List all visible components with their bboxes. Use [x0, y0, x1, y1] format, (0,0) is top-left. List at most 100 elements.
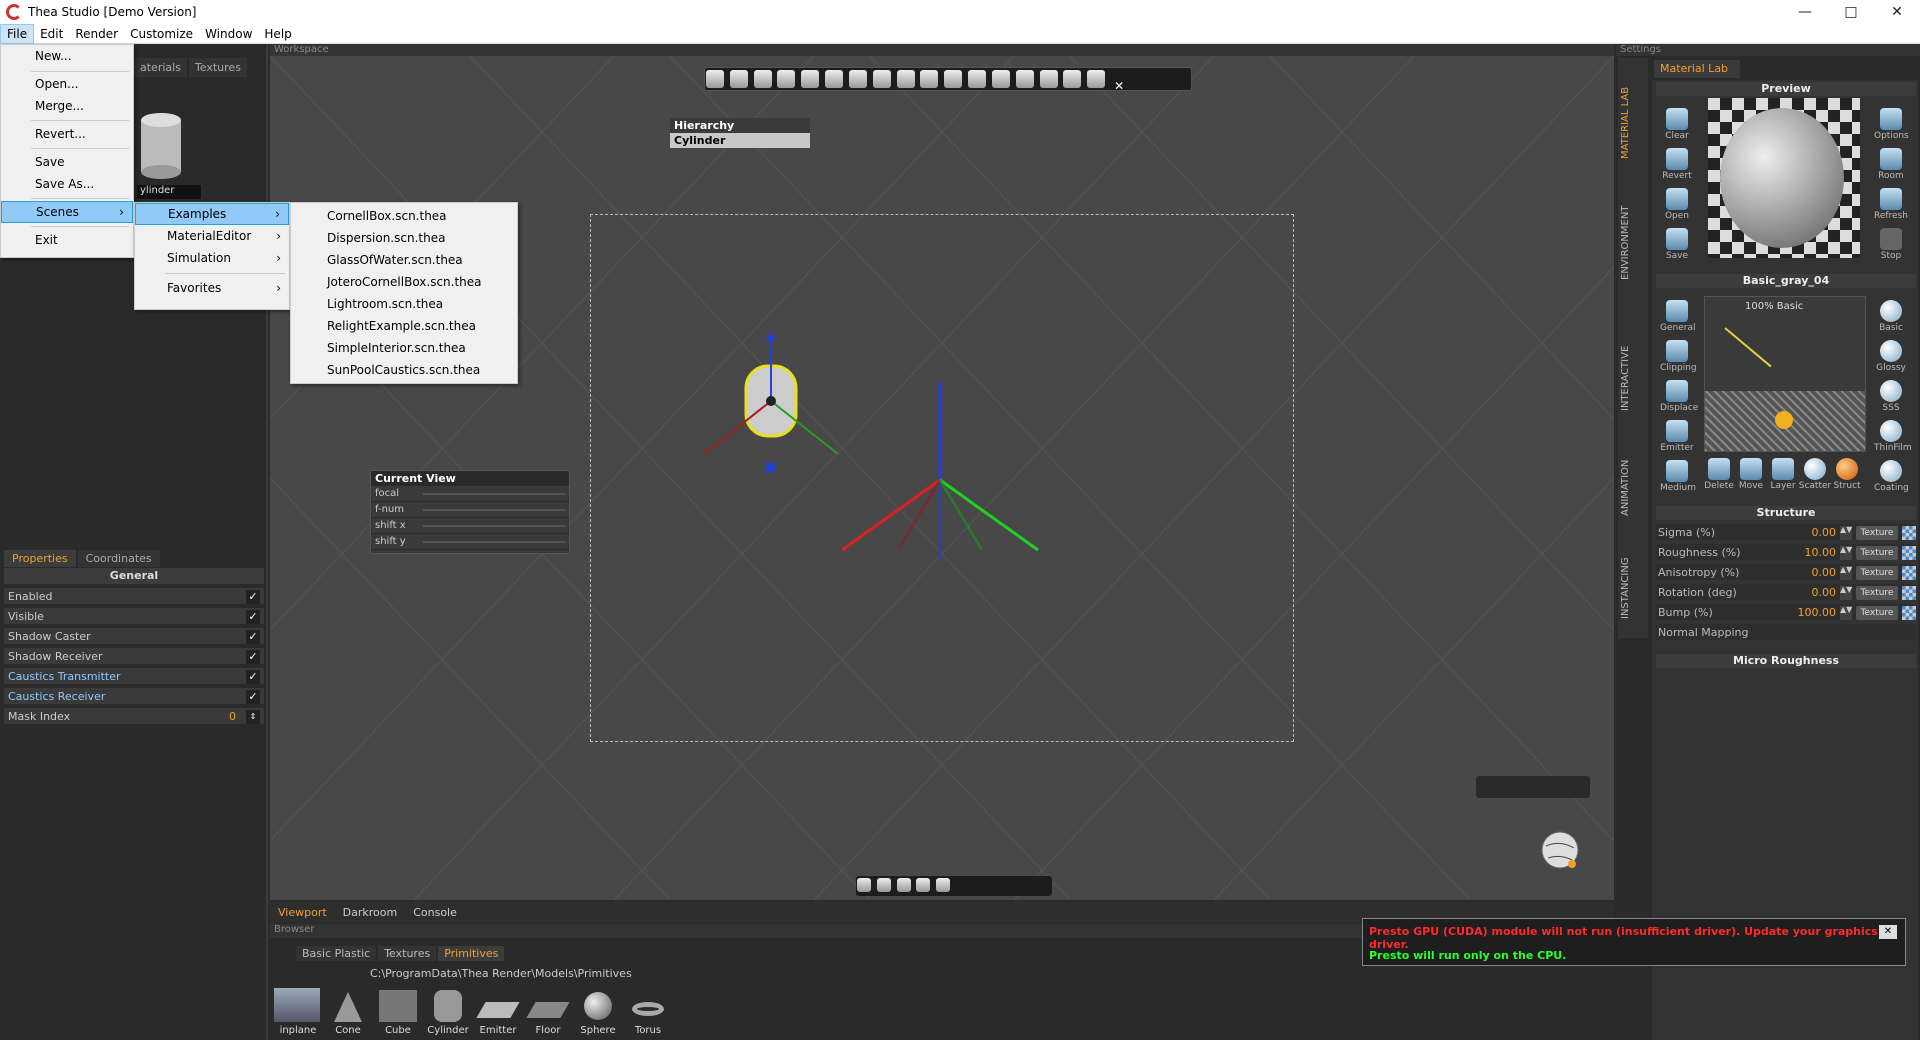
- menu-item-save-as[interactable]: Save As...: [1, 173, 133, 195]
- layer-button[interactable]: Layer: [1766, 458, 1800, 491]
- mask-index-spinner[interactable]: ⇕: [246, 710, 260, 724]
- thumb-inplane[interactable]: inplane: [274, 988, 322, 1036]
- fnum-slider[interactable]: f-num: [371, 502, 569, 518]
- texture-button[interactable]: Texture: [1856, 606, 1898, 620]
- globe-icon[interactable]: [1536, 826, 1584, 874]
- menu-item-open[interactable]: Open...: [1, 73, 133, 95]
- menu-item-revert[interactable]: Revert...: [1, 123, 133, 145]
- emitter-button[interactable]: Emitter: [1660, 420, 1694, 453]
- menu-item-save[interactable]: Save: [1, 151, 133, 173]
- gear-icon[interactable]: [1063, 70, 1082, 88]
- thumb-torus[interactable]: Torus: [624, 988, 672, 1036]
- delete-icon[interactable]: [920, 70, 939, 88]
- close-button[interactable]: ✕: [1874, 4, 1920, 20]
- tab-textures[interactable]: Textures: [378, 946, 437, 961]
- glossy-button[interactable]: Glossy: [1874, 340, 1908, 373]
- spinner-icon[interactable]: ▲▼: [1840, 586, 1852, 600]
- film-icon[interactable]: [896, 878, 911, 892]
- menu-file[interactable]: File: [0, 23, 35, 44]
- snap-icon[interactable]: [801, 70, 820, 88]
- menu-item-scene-file[interactable]: GlassOfWater.scn.thea: [291, 249, 517, 271]
- vtab-animation[interactable]: ANIMATION: [1620, 448, 1646, 528]
- sss-button[interactable]: SSS: [1874, 380, 1908, 413]
- anisotropy-value[interactable]: 0.00: [1776, 564, 1837, 582]
- menu-window[interactable]: Window: [199, 25, 258, 43]
- texture-pattern-icon[interactable]: [1902, 566, 1916, 580]
- camera-icon[interactable]: [857, 878, 871, 892]
- coating-button[interactable]: Coating: [1874, 460, 1909, 493]
- menu-item-favorites[interactable]: Favorites ›: [135, 277, 289, 299]
- shadow-receiver-checkbox[interactable]: ✓: [246, 650, 260, 664]
- thumb-floor[interactable]: Floor: [524, 988, 572, 1036]
- thumb-cylinder[interactable]: Cylinder: [424, 988, 472, 1036]
- select-tool-icon[interactable]: [706, 70, 724, 88]
- menu-item-scene-file[interactable]: SunPoolCaustics.scn.thea: [291, 359, 517, 381]
- tab-coordinates[interactable]: Coordinates: [77, 550, 160, 567]
- visible-checkbox[interactable]: ✓: [246, 610, 260, 624]
- structure-header[interactable]: Structure: [1656, 506, 1916, 520]
- tab-console[interactable]: Console: [405, 906, 465, 919]
- micro-roughness-header[interactable]: Micro Roughness: [1656, 654, 1916, 668]
- texture-pattern-icon[interactable]: [1902, 546, 1916, 560]
- bump-value[interactable]: 100.00: [1776, 604, 1837, 622]
- grid-view-icon[interactable]: [936, 878, 951, 892]
- menu-item-new[interactable]: New...: [1, 45, 133, 67]
- displace-button[interactable]: Displace: [1660, 380, 1698, 413]
- vtab-instancing[interactable]: INSTANCING: [1620, 548, 1646, 628]
- menu-item-scene-file[interactable]: Dispersion.scn.thea: [291, 227, 517, 249]
- hierarchy-item[interactable]: Cylinder: [670, 133, 810, 148]
- texture-pattern-icon[interactable]: [1902, 586, 1916, 600]
- menu-item-scene-file[interactable]: Lightroom.scn.thea: [291, 293, 517, 315]
- clipping-button[interactable]: Clipping: [1660, 340, 1697, 373]
- tab-viewport[interactable]: Viewport: [270, 906, 335, 919]
- axis-toolbar[interactable]: [1476, 776, 1590, 798]
- copy-icon[interactable]: [825, 70, 844, 88]
- menu-item-scenes[interactable]: Scenes ›: [1, 201, 133, 223]
- move-icon[interactable]: [848, 70, 867, 88]
- rotate-icon[interactable]: [872, 70, 891, 88]
- layout-icon[interactable]: [1015, 70, 1034, 88]
- redo-icon[interactable]: [753, 70, 772, 88]
- tab-material-lab[interactable]: Material Lab: [1654, 60, 1740, 78]
- thumb-emitter[interactable]: Emitter: [474, 988, 522, 1036]
- undo-icon[interactable]: [729, 70, 748, 88]
- tab-primitives[interactable]: Primitives: [438, 946, 505, 961]
- close-icon[interactable]: ✕: [1114, 79, 1124, 93]
- normal-mapping-row[interactable]: Normal Mapping: [1656, 624, 1916, 642]
- general-button[interactable]: General: [1660, 300, 1695, 333]
- menu-render[interactable]: Render: [69, 25, 124, 43]
- scale-icon[interactable]: [896, 70, 915, 88]
- texture-button[interactable]: Texture: [1856, 566, 1898, 580]
- basic-button[interactable]: Basic: [1874, 300, 1908, 333]
- preview-refresh-button[interactable]: Refresh: [1874, 188, 1908, 221]
- preview-open-button[interactable]: Open: [1660, 188, 1694, 221]
- texture-button[interactable]: Texture: [1856, 586, 1898, 600]
- vtab-environment[interactable]: ENVIRONMENT: [1620, 198, 1646, 288]
- menu-item-scene-file[interactable]: JoteroCornellBox.scn.thea: [291, 271, 517, 293]
- caustics-transmitter-checkbox[interactable]: ✓: [246, 670, 260, 684]
- tab-darkroom[interactable]: Darkroom: [335, 906, 406, 919]
- tab-properties[interactable]: Properties: [4, 550, 76, 567]
- maximize-button[interactable]: □: [1828, 4, 1874, 20]
- menu-item-scene-file[interactable]: SimpleInterior.scn.thea: [291, 337, 517, 359]
- shift-y-slider[interactable]: shift y: [371, 534, 569, 550]
- menu-help[interactable]: Help: [258, 25, 297, 43]
- spinner-icon[interactable]: ▲▼: [1840, 606, 1852, 620]
- frame-icon[interactable]: [916, 878, 931, 892]
- menu-item-exit[interactable]: Exit: [1, 229, 133, 251]
- scatter-button[interactable]: Scatter: [1798, 458, 1832, 491]
- menu-item-scene-file[interactable]: CornellBox.scn.thea: [291, 205, 517, 227]
- shift-x-slider[interactable]: shift x: [371, 518, 569, 534]
- tab-textures[interactable]: Textures: [188, 58, 247, 77]
- tab-materials[interactable]: aterials: [134, 58, 187, 77]
- spinner-icon[interactable]: ▲▼: [1840, 566, 1852, 580]
- vtab-interactive[interactable]: INTERACTIVE: [1620, 333, 1646, 423]
- cylinder-thumbnail[interactable]: [137, 110, 185, 182]
- preview-clear-button[interactable]: Clear: [1660, 108, 1694, 141]
- preview-save-button[interactable]: Save: [1660, 228, 1694, 261]
- move-layer-button[interactable]: Move: [1734, 458, 1768, 491]
- menu-item-scene-file[interactable]: RelightExample.scn.thea: [291, 315, 517, 337]
- refresh-icon[interactable]: [1039, 70, 1058, 88]
- texture-button[interactable]: Texture: [1856, 526, 1898, 540]
- preview-revert-button[interactable]: Revert: [1660, 148, 1694, 181]
